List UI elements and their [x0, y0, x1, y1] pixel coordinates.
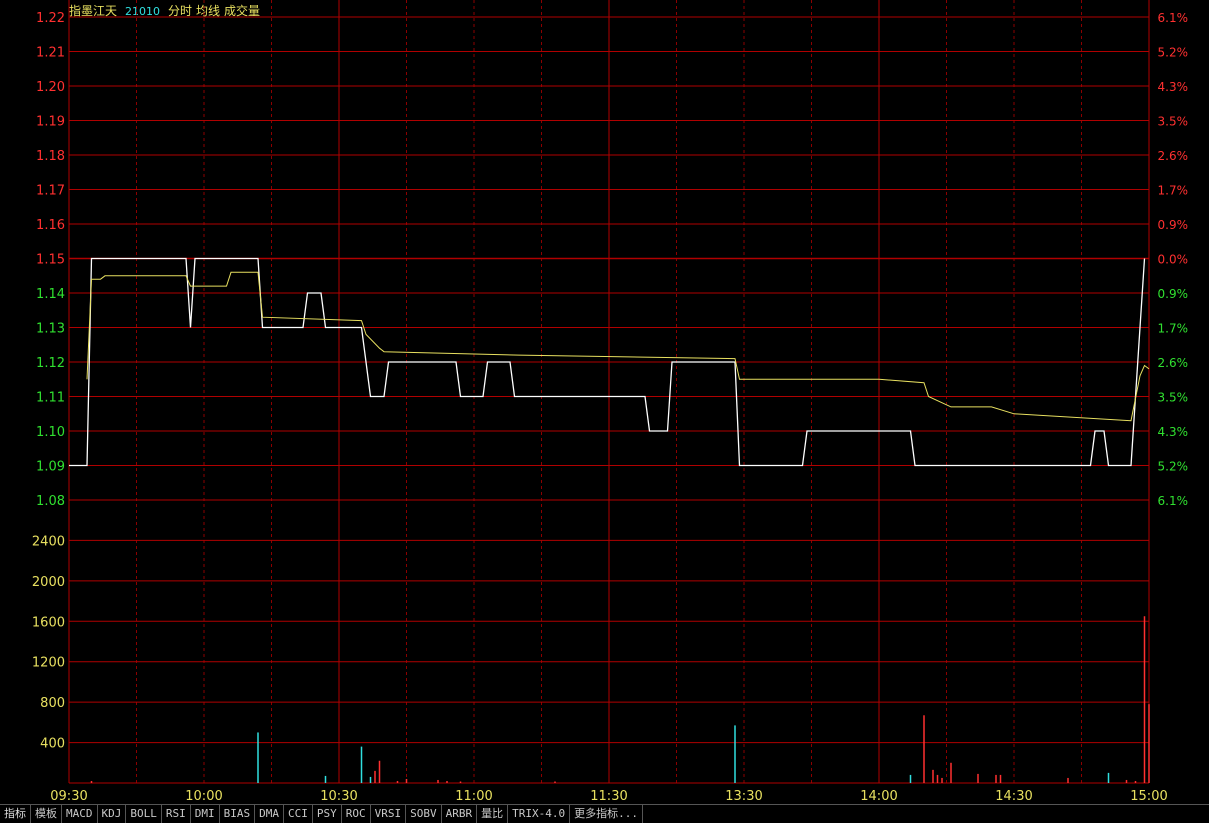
indicator-tab[interactable]: 更多指标...	[570, 805, 643, 823]
indicator-tab[interactable]: PSY	[313, 805, 342, 823]
price-tick-label: 1.20	[36, 80, 65, 95]
indicator-tab[interactable]: SOBV	[406, 805, 442, 823]
pct-tick-label: 3.5%	[1158, 391, 1189, 405]
indicator-tab[interactable]: MACD	[62, 805, 98, 823]
pct-tick-label: 0.9%	[1158, 287, 1189, 301]
volume-tick-label: 1200	[32, 656, 65, 671]
time-tick-label: 10:00	[185, 789, 222, 804]
indicator-tab[interactable]: CCI	[284, 805, 313, 823]
pct-tick-label: 2.6%	[1158, 149, 1189, 163]
indicator-tab[interactable]: BIAS	[220, 805, 256, 823]
pct-tick-label: 5.2%	[1158, 460, 1189, 474]
volume-tick-label: 800	[40, 696, 65, 711]
indicator-tab[interactable]: VRSI	[371, 805, 407, 823]
price-tick-label: 1.15	[36, 253, 65, 268]
time-tick-label: 14:00	[860, 789, 897, 804]
indicator-tab[interactable]: TRIX-4.0	[508, 805, 571, 823]
price-tick-label: 1.21	[36, 46, 65, 61]
indicator-tab[interactable]: KDJ	[98, 805, 127, 823]
indicator-tab[interactable]: DMA	[255, 805, 284, 823]
price-tick-label: 1.16	[36, 218, 65, 233]
pct-tick-label: 1.7%	[1158, 184, 1189, 198]
price-tick-label: 1.14	[36, 287, 65, 302]
indicator-tab[interactable]: ARBR	[442, 805, 478, 823]
time-tick-label: 11:00	[455, 789, 492, 804]
price-tick-label: 1.12	[36, 356, 65, 371]
pct-tick-label: 0.0%	[1158, 253, 1189, 267]
time-tick-label: 09:30	[50, 789, 87, 804]
time-tick-label: 10:30	[320, 789, 357, 804]
indicator-tab[interactable]: 模板	[31, 805, 62, 823]
pct-tick-label: 6.1%	[1158, 494, 1189, 508]
pct-tick-label: 6.1%	[1158, 11, 1189, 25]
time-tick-label: 15:00	[1130, 789, 1167, 804]
pct-tick-label: 2.6%	[1158, 356, 1189, 370]
price-tick-label: 1.18	[36, 149, 65, 164]
time-tick-label: 11:30	[590, 789, 627, 804]
avg-price-line	[86, 271, 1150, 422]
time-tick-label: 13:30	[725, 789, 762, 804]
timeshare-chart: 1.22 6.1% 1.21 5.2% 1.20 4.3% 1.19 3.5% 1.18 2.6%…	[32, 0, 1189, 804]
pct-tick-label: 1.7%	[1158, 322, 1189, 336]
time-tick-label: 14:30	[995, 789, 1032, 804]
pct-tick-label: 3.5%	[1158, 115, 1189, 129]
pct-tick-label: 0.9%	[1158, 218, 1189, 232]
indicator-tab[interactable]: 指标	[0, 805, 31, 823]
price-tick-label: 1.17	[36, 184, 65, 199]
volume-tick-label: 2000	[32, 575, 65, 590]
price-tick-label: 1.08	[36, 494, 65, 509]
pct-tick-label: 4.3%	[1158, 80, 1189, 94]
volume-tick-label: 1600	[32, 615, 65, 630]
price-tick-label: 1.11	[36, 391, 65, 406]
pct-tick-label: 5.2%	[1158, 46, 1189, 60]
price-tick-label: 1.19	[36, 115, 65, 130]
price-tick-label: 1.09	[36, 460, 65, 475]
indicator-tab[interactable]: BOLL	[126, 805, 162, 823]
price-tick-label: 1.22	[36, 11, 65, 26]
indicator-tab[interactable]: DMI	[191, 805, 220, 823]
indicator-tab-bar: 指标 模板 MACD KDJ BOLL RSI DMI BIAS DMA CCI PSY ROC VRS…	[0, 804, 1209, 823]
indicator-tab[interactable]: 量比	[477, 805, 509, 823]
price-tick-label: 1.13	[36, 322, 65, 337]
volume-tick-label: 400	[40, 737, 65, 752]
price-tick-label: 1.10	[36, 425, 65, 440]
indicator-tab[interactable]: RSI	[162, 805, 191, 823]
pct-tick-label: 4.3%	[1158, 425, 1189, 439]
indicator-tab[interactable]: ROC	[342, 805, 371, 823]
volume-tick-label: 2400	[32, 534, 65, 549]
